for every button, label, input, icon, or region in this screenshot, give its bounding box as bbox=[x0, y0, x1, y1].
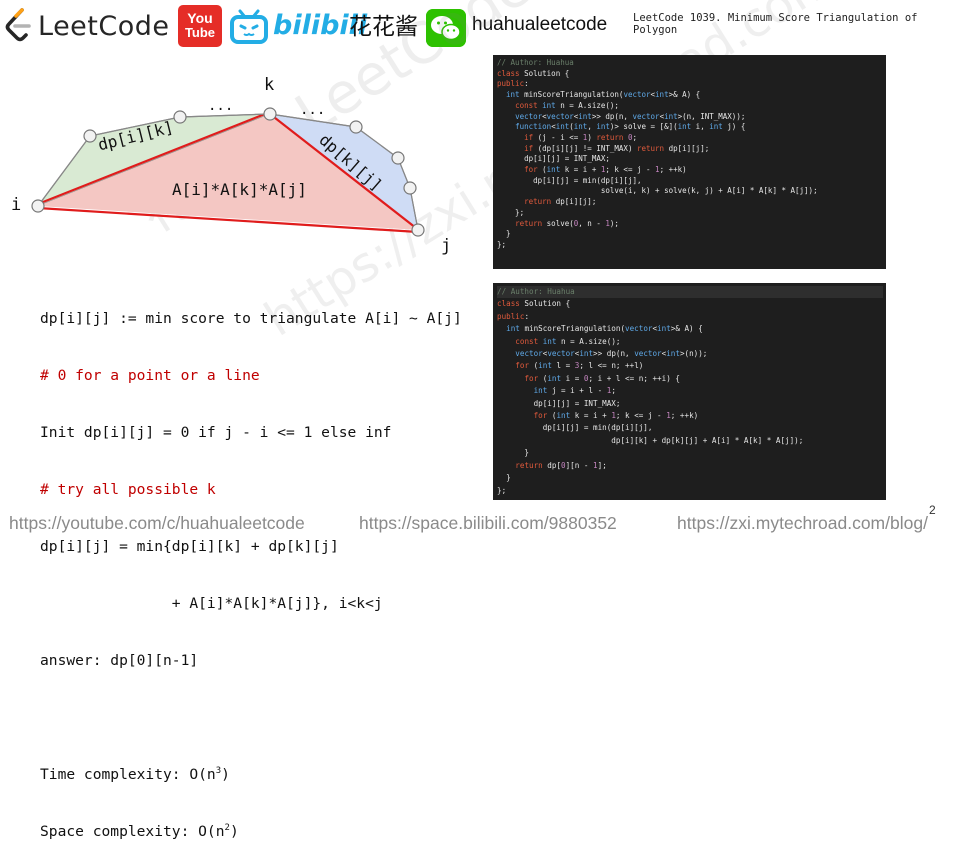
code-line: }; bbox=[497, 239, 507, 249]
page-number: 2 bbox=[929, 503, 936, 517]
answer-line: answer: dp[0][n-1] bbox=[40, 652, 199, 669]
explanation-block: dp[i][j] := min score to triangulate A[i… bbox=[40, 271, 462, 860]
init-line: Init dp[i][j] = 0 if j - i <= 1 else inf bbox=[40, 424, 392, 441]
leetcode-wordmark: LeetCode bbox=[38, 10, 170, 42]
leetcode-logo: LeetCode bbox=[4, 6, 174, 46]
time-close: ) bbox=[221, 766, 230, 783]
code-line: // Author: Huahua bbox=[497, 286, 883, 299]
bilibili-tv-icon bbox=[230, 9, 268, 44]
center-region-label: A[i]*A[k]*A[j] bbox=[172, 180, 307, 199]
label-j: j bbox=[441, 236, 452, 256]
youtube-logo-line1: You bbox=[187, 10, 213, 26]
vertex-k bbox=[263, 107, 277, 121]
leetcode-icon bbox=[5, 8, 31, 42]
vertex bbox=[403, 181, 417, 195]
polygon-diagram: k i j ... ... dp[i][k] dp[k][j] A[i]*A[k… bbox=[0, 70, 480, 270]
code-line: solve(i, k) + solve(k, j) + A[i] * A[k] … bbox=[497, 186, 818, 196]
space-close: ) bbox=[229, 823, 239, 840]
youtube-logo: You Tube bbox=[178, 5, 222, 47]
vertex bbox=[391, 151, 405, 165]
vertex bbox=[173, 110, 187, 124]
code-line: function<int(int, int)> solve = [&](int … bbox=[515, 122, 746, 132]
vertex bbox=[349, 120, 363, 134]
code-line: return dp[i][j]; bbox=[524, 197, 597, 207]
code-line: vector<vector<int>> dp(n, vector<int>(n)… bbox=[515, 349, 708, 359]
code-line: } bbox=[497, 473, 511, 483]
code-line: } bbox=[497, 229, 511, 239]
vertex-i bbox=[31, 199, 45, 213]
code-line: dp[i][j] = INT_MAX; bbox=[497, 154, 610, 164]
code-line: class Solution { bbox=[497, 299, 571, 309]
code-line: }; bbox=[497, 485, 507, 495]
time-complexity-text: Time complexity: O(n bbox=[40, 766, 216, 783]
code-line: int minScoreTriangulation(vector<int>& A… bbox=[506, 324, 703, 334]
footer-youtube-url: https://youtube.com/c/huahualeetcode bbox=[9, 513, 305, 533]
ellipsis-right: ... bbox=[300, 102, 326, 118]
comment-base-case: # 0 for a point or a line bbox=[40, 367, 260, 384]
space-complexity-text: Space complexity: O(n bbox=[40, 823, 225, 840]
youtube-logo-line2: Tube bbox=[184, 25, 216, 40]
code-line: return solve(0, n - 1); bbox=[515, 218, 619, 228]
code-line: dp[i][j] = min(dp[i][j], bbox=[497, 423, 653, 433]
code-line: // Author: Huahua bbox=[497, 58, 574, 67]
code-line: const int n = A.size(); bbox=[515, 336, 621, 346]
code-line: vector<vector<int>> dp(n, vector<int>(n,… bbox=[515, 111, 746, 121]
code-line: int j = i + l - 1; bbox=[533, 386, 616, 396]
comment-try-k: # try all possible k bbox=[40, 481, 216, 498]
code-dp: // Author: Huahua class Solution { public:… bbox=[493, 283, 886, 497]
dp-definition: dp[i][j] := min score to triangulate A[i… bbox=[40, 310, 462, 327]
recurrence-line2: + A[i]*A[k]*A[j]}, i<k<j bbox=[40, 595, 383, 612]
footer-blog-url: https://zxi.mytechroad.com/blog/ bbox=[677, 513, 928, 533]
vertex-j bbox=[411, 223, 425, 237]
code-line: const int n = A.size(); bbox=[515, 100, 619, 110]
code-line: dp[i][j] = min(dp[i][j], bbox=[497, 175, 642, 185]
wechat-handle: huahualeetcode bbox=[472, 14, 608, 35]
slide-title: LeetCode 1039. Minimum Score Triangulati… bbox=[633, 12, 918, 36]
code-line: return dp[0][n - 1]; bbox=[515, 460, 607, 470]
code-line: }; bbox=[497, 207, 525, 217]
code-line: } bbox=[497, 448, 530, 458]
polygon-svg bbox=[31, 107, 425, 237]
space-complexity: Space complexity: O(n2) bbox=[40, 822, 462, 841]
label-i: i bbox=[11, 195, 22, 215]
code-line: for (int i = 0; i + l <= n; ++i) { bbox=[524, 373, 680, 383]
label-k: k bbox=[264, 75, 275, 95]
code-memoization: // Author: Huahua class Solution {public:… bbox=[493, 55, 886, 251]
code-line: dp[i][j] = INT_MAX; bbox=[497, 398, 621, 408]
code-line: for (int k = i + 1; k <= j - 1; ++k) bbox=[524, 165, 687, 175]
code-line: dp[i][k] + dp[k][j] + A[i] * A[k] * A[j]… bbox=[497, 435, 804, 445]
code-line: for (int k = i + 1; k <= j - 1; ++k) bbox=[533, 411, 699, 421]
code-line: for (int l = 3; l <= n; ++l) bbox=[515, 361, 644, 371]
footer-bilibili-url: https://space.bilibili.com/9880352 bbox=[359, 513, 617, 533]
vertex bbox=[83, 129, 97, 143]
ellipsis-left: ... bbox=[208, 98, 234, 114]
code-panel-memoization: // Author: Huahua class Solution {public:… bbox=[493, 55, 886, 269]
code-line: if (dp[i][j] != INT_MAX) return dp[i][j]… bbox=[524, 143, 710, 153]
channel-name-cn: 花花酱 bbox=[349, 14, 418, 40]
code-panel-dp: // Author: Huahua class Solution { public:… bbox=[493, 283, 886, 500]
header-bar: LeetCode You Tube bilibili 花花酱 huahualee… bbox=[0, 0, 960, 58]
code-line: if (j - i <= 1) return 0; bbox=[524, 132, 637, 142]
code-line: int minScoreTriangulation(vector<int>& A… bbox=[506, 90, 701, 100]
code-line: public: bbox=[497, 311, 530, 321]
code-line: public: bbox=[497, 79, 529, 89]
wechat-icon bbox=[426, 9, 466, 47]
code-line: class Solution { bbox=[497, 68, 570, 78]
time-complexity: Time complexity: O(n3) bbox=[40, 765, 462, 784]
